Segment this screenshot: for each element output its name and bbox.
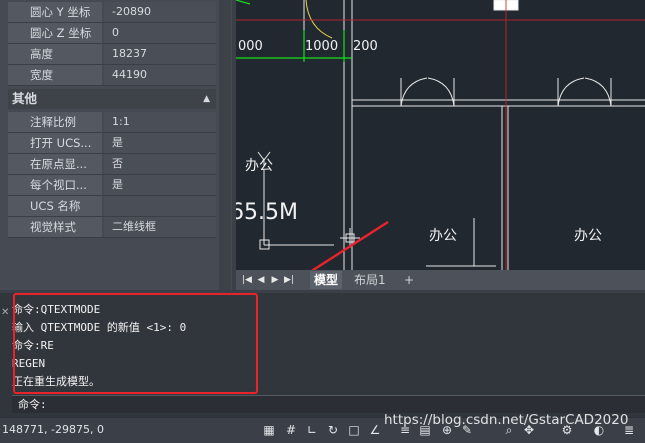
- grid-icon[interactable]: #: [284, 422, 298, 438]
- room-label: 办公: [245, 158, 273, 174]
- property-label: 打开 UCS...: [8, 133, 102, 153]
- property-row[interactable]: 圆心 Y 坐标 -20890: [8, 2, 216, 23]
- property-row[interactable]: 圆心 Z 坐标 0: [8, 23, 216, 44]
- property-row[interactable]: UCS 名称: [8, 196, 216, 217]
- osnap-icon[interactable]: □: [347, 422, 361, 438]
- property-value[interactable]: 0: [104, 23, 216, 43]
- previous-tab-icon[interactable]: ◀: [256, 274, 266, 286]
- property-label: 注释比例: [8, 112, 102, 132]
- property-value[interactable]: 18237: [104, 44, 216, 64]
- annotation-highlight-box: [13, 293, 258, 394]
- property-value[interactable]: [104, 196, 216, 216]
- drawing-canvas[interactable]: 000 1000 200 办公 65.5M 办公 办公: [236, 0, 645, 270]
- dimension-text: 200: [353, 39, 378, 54]
- ortho-icon[interactable]: ∟: [305, 422, 319, 438]
- room-label: 办公: [574, 228, 602, 244]
- property-label: 圆心 Y 坐标: [8, 2, 102, 22]
- palette-scrollbar[interactable]: [219, 0, 231, 290]
- watermark: https://blog.csdn.net/GstarCAD2020: [384, 412, 629, 428]
- first-tab-icon[interactable]: |◀: [242, 274, 252, 286]
- snap-icon[interactable]: ▦: [262, 422, 276, 438]
- property-value[interactable]: 是: [104, 133, 216, 153]
- property-label: 视觉样式: [8, 217, 102, 237]
- dimension-text: 000: [238, 39, 263, 54]
- property-label: 高度: [8, 44, 102, 64]
- property-value[interactable]: -20890: [104, 2, 216, 22]
- property-value[interactable]: 否: [104, 154, 216, 174]
- section-title: 其他: [12, 91, 38, 106]
- cursor-coordinates: 148771, -29875, 0: [2, 423, 104, 436]
- property-label: 圆心 Z 坐标: [8, 23, 102, 43]
- property-value[interactable]: 1:1: [104, 112, 216, 132]
- property-value[interactable]: 是: [104, 175, 216, 195]
- property-label: 在原点显...: [8, 154, 102, 174]
- properties-palette: 圆心 Y 坐标 -20890 圆心 Z 坐标 0 高度 18237 宽度 44190 其他 ▲ 注释…: [0, 0, 232, 290]
- property-row[interactable]: 在原点显... 否: [8, 154, 216, 175]
- property-value[interactable]: 二维线框: [104, 217, 216, 237]
- next-tab-icon[interactable]: ▶: [270, 274, 280, 286]
- command-input[interactable]: 命令:: [12, 395, 645, 413]
- tab-layout1[interactable]: 布局1: [350, 271, 390, 289]
- tab-model[interactable]: 模型: [310, 271, 343, 289]
- last-tab-icon[interactable]: ▶|: [284, 274, 294, 286]
- property-row[interactable]: 视觉样式 二维线框: [8, 217, 216, 238]
- room-label: 办公: [429, 228, 457, 244]
- polar-icon[interactable]: ↻: [326, 422, 340, 438]
- property-row[interactable]: 宽度 44190: [8, 65, 216, 86]
- property-row[interactable]: 注释比例 1:1: [8, 112, 216, 133]
- property-label: 每个视口...: [8, 175, 102, 195]
- property-row[interactable]: 每个视口... 是: [8, 175, 216, 196]
- close-icon[interactable]: ✕: [1, 307, 9, 318]
- area-text: 65.5M: [236, 200, 298, 225]
- command-prompt: 命令:: [18, 398, 47, 411]
- property-value[interactable]: 44190: [104, 65, 216, 85]
- section-header-other[interactable]: 其他 ▲: [8, 89, 216, 109]
- otrack-icon[interactable]: ∠: [368, 422, 382, 438]
- collapse-icon[interactable]: ▲: [203, 89, 210, 109]
- dimension-text: 1000: [305, 39, 339, 54]
- property-row[interactable]: 高度 18237: [8, 44, 216, 65]
- property-label: 宽度: [8, 65, 102, 85]
- property-row[interactable]: 打开 UCS... 是: [8, 133, 216, 154]
- property-label: UCS 名称: [8, 196, 102, 216]
- add-layout-button[interactable]: +: [400, 271, 418, 289]
- layout-tabs-bar: |◀ ◀ ▶ ▶| 模型 布局1 +: [236, 270, 645, 290]
